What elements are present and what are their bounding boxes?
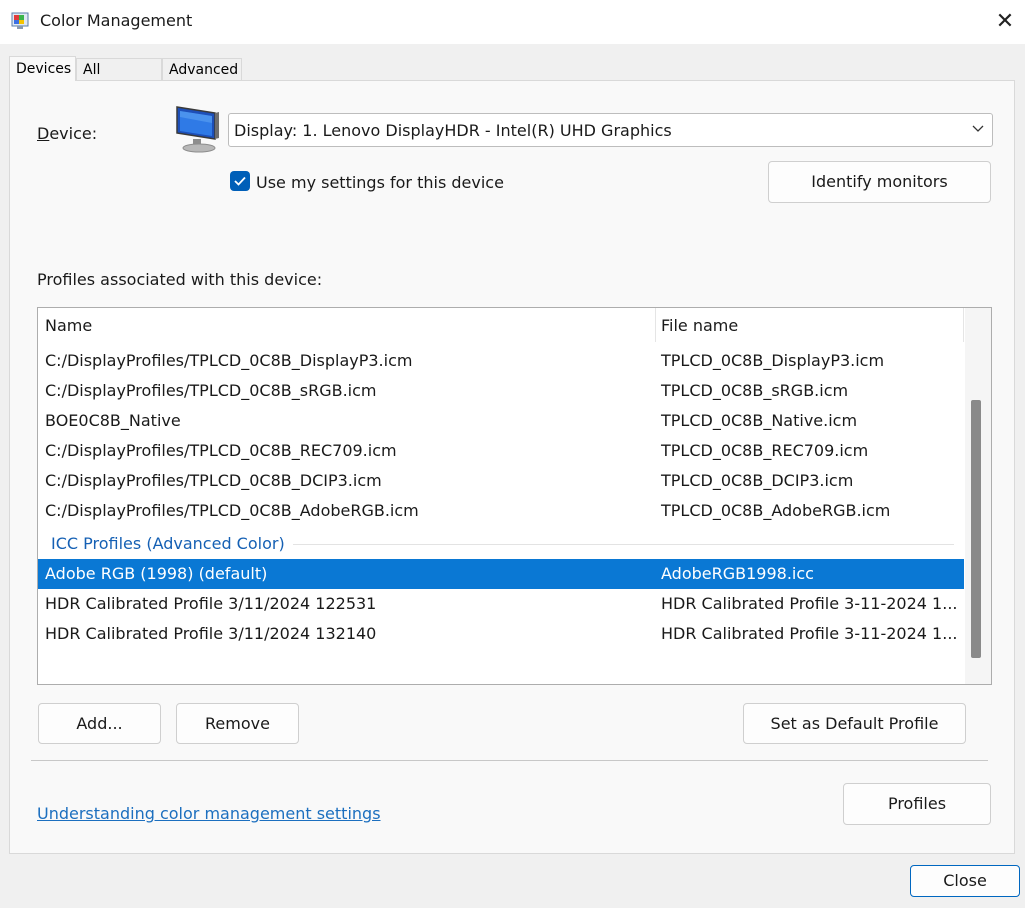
scrollbar-thumb[interactable] — [971, 400, 981, 658]
add-button[interactable]: Add... — [38, 703, 161, 744]
profiles-label: Profiles associated with this device: — [37, 270, 323, 289]
checkmark-icon — [234, 176, 246, 186]
profiles-button[interactable]: Profiles — [843, 783, 991, 825]
identify-monitors-button[interactable]: Identify monitors — [768, 161, 991, 203]
tab-all-profiles[interactable]: All Profiles — [76, 58, 162, 100]
list-item[interactable]: C:/DisplayProfiles/TPLCD_0C8B_AdobeRGB.i… — [38, 496, 964, 526]
list-item-name: HDR Calibrated Profile 3/11/2024 122531 — [45, 594, 377, 613]
use-settings-label[interactable]: Use my settings for this device — [256, 173, 504, 192]
dialog-footer — [0, 854, 1025, 908]
tab-advanced[interactable]: Advanced — [162, 58, 242, 81]
list-item-file: HDR Calibrated Profile 3-11-2024 1... — [661, 594, 958, 613]
column-header-name[interactable]: Name — [45, 316, 92, 335]
tab-devices[interactable]: Devices — [9, 56, 76, 81]
window-title: Color Management — [40, 11, 193, 30]
list-item-name: HDR Calibrated Profile 3/11/2024 132140 — [45, 624, 377, 643]
list-item[interactable]: C:/DisplayProfiles/TPLCD_0C8B_DisplayP3.… — [38, 346, 964, 376]
list-item-file: TPLCD_0C8B_Native.icm — [661, 411, 858, 430]
list-item[interactable]: BOE0C8B_Native TPLCD_0C8B_Native.icm — [38, 406, 964, 436]
list-item-file: TPLCD_0C8B_REC709.icm — [661, 441, 869, 460]
device-label: Device: — [37, 124, 98, 143]
list-item-file: TPLCD_0C8B_AdobeRGB.icm — [661, 501, 891, 520]
monitor-icon — [176, 106, 219, 153]
group-header: ICC Profiles (Advanced Color) — [51, 534, 285, 553]
list-item-selected[interactable]: Adobe RGB (1998) (default) AdobeRGB1998.… — [38, 559, 964, 589]
column-separator — [963, 308, 964, 342]
profiles-list[interactable]: Name File name C:/DisplayProfiles/TPLCD_… — [37, 307, 992, 685]
list-item-name: Adobe RGB (1998) (default) — [45, 564, 268, 583]
set-default-profile-button[interactable]: Set as Default Profile — [743, 703, 966, 744]
device-label-rest: evice: — [49, 124, 98, 143]
list-item-name: C:/DisplayProfiles/TPLCD_0C8B_DisplayP3.… — [45, 351, 413, 370]
list-item[interactable]: C:/DisplayProfiles/TPLCD_0C8B_DCIP3.icm … — [38, 466, 964, 496]
chevron-down-icon — [972, 125, 984, 132]
help-link[interactable]: Understanding color management settings — [37, 804, 381, 823]
list-item-file: TPLCD_0C8B_sRGB.icm — [661, 381, 849, 400]
title-bar: Color Management ✕ — [0, 0, 1025, 44]
group-divider — [293, 544, 954, 545]
list-item-name: C:/DisplayProfiles/TPLCD_0C8B_DCIP3.icm — [45, 471, 382, 490]
list-item-name: C:/DisplayProfiles/TPLCD_0C8B_sRGB.icm — [45, 381, 377, 400]
list-item-name: BOE0C8B_Native — [45, 411, 181, 430]
list-item[interactable]: C:/DisplayProfiles/TPLCD_0C8B_sRGB.icm T… — [38, 376, 964, 406]
column-header-file-name[interactable]: File name — [661, 316, 738, 335]
list-item[interactable]: HDR Calibrated Profile 3/11/2024 132140 … — [38, 619, 964, 649]
device-select-value: Display: 1. Lenovo DisplayHDR - Intel(R)… — [234, 121, 672, 140]
color-management-icon — [11, 12, 29, 29]
list-item-file: AdobeRGB1998.icc — [661, 564, 814, 583]
remove-button[interactable]: Remove — [176, 703, 299, 744]
list-item-name: C:/DisplayProfiles/TPLCD_0C8B_AdobeRGB.i… — [45, 501, 419, 520]
divider — [31, 760, 988, 761]
list-item[interactable]: HDR Calibrated Profile 3/11/2024 122531 … — [38, 589, 964, 619]
list-item-file: TPLCD_0C8B_DisplayP3.icm — [661, 351, 885, 370]
column-separator — [655, 308, 656, 342]
list-item-name: C:/DisplayProfiles/TPLCD_0C8B_REC709.icm — [45, 441, 397, 460]
device-select[interactable]: Display: 1. Lenovo DisplayHDR - Intel(R)… — [228, 113, 993, 147]
use-settings-checkbox[interactable] — [230, 171, 250, 191]
close-icon[interactable]: ✕ — [990, 8, 1020, 36]
list-item[interactable]: C:/DisplayProfiles/TPLCD_0C8B_REC709.icm… — [38, 436, 964, 466]
close-button[interactable]: Close — [910, 865, 1020, 897]
list-item-file: HDR Calibrated Profile 3-11-2024 1... — [661, 624, 958, 643]
list-item-file: TPLCD_0C8B_DCIP3.icm — [661, 471, 854, 490]
